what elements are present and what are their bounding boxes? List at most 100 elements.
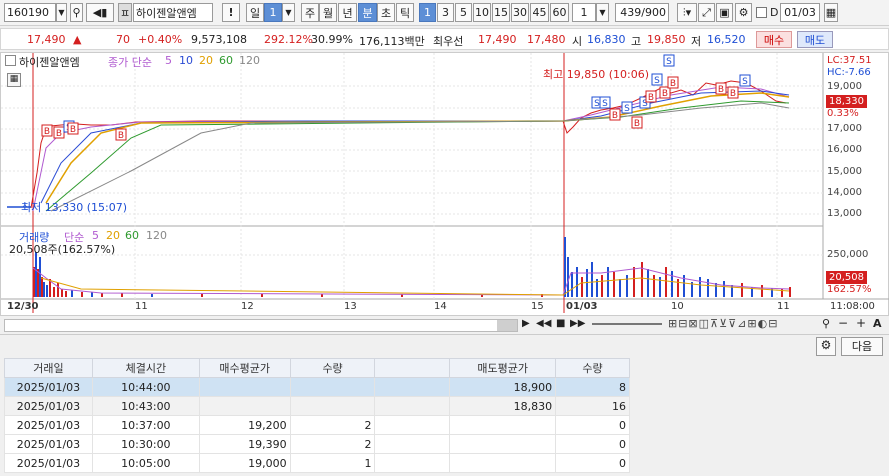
stock-code-input[interactable]: 160190: [4, 3, 56, 22]
ma20-line: [45, 92, 790, 204]
interval-45[interactable]: 45: [530, 3, 549, 22]
table-row[interactable]: 2025/01/03 10:05:00 19,000 1 0: [4, 453, 630, 473]
table-gear-icon[interactable]: ⚙: [816, 337, 836, 356]
zoom-slider[interactable]: [592, 323, 662, 325]
volume-bar: [35, 252, 37, 297]
trade-marker: S: [602, 99, 608, 109]
auto-scale-button[interactable]: A: [873, 317, 882, 330]
drawing-tools-icon[interactable]: ⊞⊟⊠◫⊼⊻⊽⊿⊞◐⊟: [668, 317, 778, 330]
period-week[interactable]: 주: [301, 3, 319, 22]
sound-icon[interactable]: ◀▮: [86, 3, 114, 22]
table-row[interactable]: 2025/01/03 10:37:00 19,200 2 0: [4, 415, 630, 435]
time-label: 11:08:00: [830, 301, 875, 312]
trade-marker: S: [666, 57, 672, 67]
interval-10[interactable]: 10: [473, 3, 491, 22]
magnify-icon[interactable]: ⚲: [822, 317, 830, 330]
turnover: 30.99%: [311, 33, 353, 46]
low-price: 16,520: [707, 33, 746, 46]
save-icon[interactable]: ▣: [716, 3, 733, 22]
scroll-thumb[interactable]: [497, 320, 517, 331]
volume-bar: [61, 289, 63, 297]
table-toolbar: ⚙ 다음: [0, 335, 889, 358]
spin-input[interactable]: 1: [572, 3, 596, 22]
stop-button[interactable]: ■: [556, 318, 565, 329]
volume-bar: [576, 267, 578, 297]
ma5-line: [32, 86, 790, 212]
scroll-right-button[interactable]: ▶: [522, 318, 530, 329]
period-dropdown[interactable]: ▼: [282, 3, 295, 22]
table-row[interactable]: 2025/01/03 10:44:00 18,900 8: [4, 377, 630, 397]
stock-code: 160190: [7, 6, 49, 19]
zoom-in-button[interactable]: +: [856, 316, 866, 330]
volume-bar: [71, 290, 73, 297]
interval-60[interactable]: 60: [550, 3, 569, 22]
trade-table: 거래일 체결시간 매수평균가 수량 매도평균가 수량 2025/01/03 10:…: [4, 358, 630, 473]
lc-label: LC:37.51: [827, 55, 872, 66]
high-label: 고: [631, 35, 642, 48]
buy-button[interactable]: 매수: [756, 31, 792, 48]
interval-3[interactable]: 3: [437, 3, 454, 22]
volume-bar: [626, 275, 628, 297]
period-num[interactable]: 1: [264, 3, 282, 22]
panel-menu-icon[interactable]: [5, 55, 16, 66]
period-year[interactable]: 년: [338, 3, 357, 22]
chart-control-bar: ▶ ◀◀ ■ ▶▶ ⊞⊟⊠◫⊼⊻⊽⊿⊞◐⊟ ⚲ − + A: [0, 316, 889, 335]
code-dropdown-button[interactable]: ▼: [56, 3, 67, 22]
best-label: 최우선: [433, 35, 464, 48]
sell-button[interactable]: 매도: [797, 31, 833, 48]
ma-title: 종가 단순: [108, 56, 152, 69]
period-tick[interactable]: 틱: [396, 3, 414, 22]
ytick-19000: 19,000: [827, 81, 862, 92]
table-row[interactable]: 2025/01/03 10:43:00 18,830 16: [4, 396, 630, 416]
trade-marker: B: [56, 129, 62, 139]
trade-amount: 176,113백만: [359, 35, 425, 48]
price-panel-title: 하이젠알앤엠: [19, 56, 80, 69]
zoom-out-button[interactable]: −: [838, 316, 848, 330]
draw-tool-icon[interactable]: ⤢: [698, 3, 715, 22]
table-row[interactable]: 2025/01/03 10:30:00 19,390 2 0: [4, 434, 630, 454]
xlabel-0103: 01/03: [566, 301, 598, 312]
trade-marker: B: [648, 93, 654, 103]
volume-pct-tag: 162.57%: [827, 284, 872, 295]
volume-bar: [91, 292, 93, 297]
candle-settings-icon[interactable]: ⫶▾: [677, 3, 697, 22]
volume-bar: [41, 277, 43, 297]
date-input[interactable]: 01/03: [780, 3, 820, 22]
stock-name-field: 하이젠알앤엠: [133, 3, 213, 22]
volume-info: 20,508주(162.57%): [9, 243, 116, 256]
trade-marker: B: [44, 127, 50, 137]
spin-dropdown[interactable]: ▼: [596, 3, 609, 22]
next-button[interactable]: 다음: [841, 337, 883, 356]
data-count-field[interactable]: 439/900: [615, 3, 669, 22]
ma60-label: 60: [219, 54, 233, 67]
alert-button[interactable]: !: [222, 3, 240, 22]
period-second[interactable]: 초: [377, 3, 395, 22]
grid-toggle-icon[interactable]: ▦: [7, 73, 21, 87]
chart-canvas: BBSBBSSBSBSBSBBSBBS: [1, 53, 889, 313]
date-checkbox[interactable]: [756, 7, 767, 18]
period-day-button[interactable]: 일: [246, 3, 264, 22]
interval-15[interactable]: 15: [492, 3, 510, 22]
stock-info-icon[interactable]: ㅍ: [118, 3, 132, 22]
calendar-icon[interactable]: ▦: [824, 3, 838, 22]
scroll-track[interactable]: [4, 319, 518, 332]
gear-icon[interactable]: ⚙: [735, 3, 752, 22]
vol-ma60-label: 60: [125, 229, 139, 242]
volume-bar: [715, 283, 717, 297]
ma10-label: 10: [179, 54, 193, 67]
chart-area[interactable]: BBSBBSSBSBSBSBBSBBS ▦ 하이젠알앤엠 종가 단순 5 10 …: [0, 52, 889, 316]
change-rate: +0.40%: [138, 33, 183, 46]
search-icon[interactable]: ⚲: [70, 3, 83, 22]
col-sell-qty: 수량: [555, 358, 630, 378]
date-check-label: D: [770, 6, 779, 19]
period-minute[interactable]: 분: [358, 3, 377, 22]
interval-1[interactable]: 1: [419, 3, 436, 22]
interval-5[interactable]: 5: [455, 3, 472, 22]
forward-button[interactable]: ▶▶: [570, 318, 585, 329]
rewind-button[interactable]: ◀◀: [536, 318, 551, 329]
volume-bar: [619, 279, 621, 297]
period-month[interactable]: 월: [319, 3, 337, 22]
interval-30[interactable]: 30: [511, 3, 529, 22]
ask-price: 17,490: [478, 33, 517, 46]
volume-bar: [201, 294, 203, 297]
